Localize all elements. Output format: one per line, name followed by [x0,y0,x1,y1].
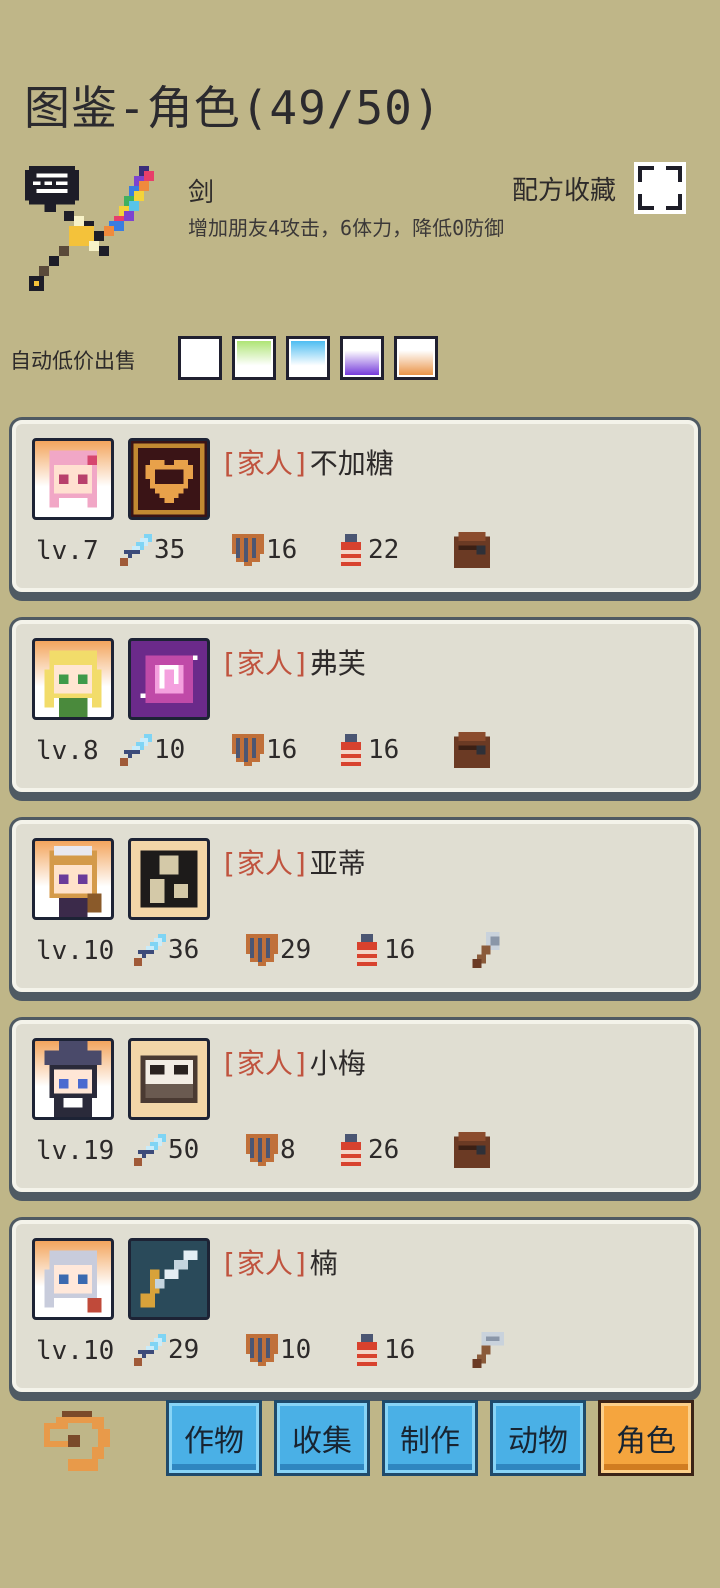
swatch-blue[interactable] [286,336,330,380]
recipe-favorite-label[interactable]: 配方收藏 [512,170,616,207]
character-card[interactable]: [家人]小梅 lv.19 50 8 26 [12,1020,698,1192]
character-item [128,1038,210,1120]
auto-sell-label: 自动低价出售 [10,349,136,373]
backpack-icon [454,1132,490,1168]
swatch-white[interactable] [178,336,222,380]
chat-bubble-icon [25,166,79,213]
swatch-purple[interactable] [340,336,384,380]
stamina-jar-icon [341,534,361,566]
stamina-jar-icon [357,1334,377,1366]
shield-icon [246,1334,278,1366]
character-name: [家人]亚蒂 [220,847,366,880]
stamina-jar-icon [357,934,377,966]
character-item [128,438,210,520]
brown-hair-maid-portrait [49,845,102,917]
character-item [128,1238,210,1320]
pink-hair-girl-portrait [49,450,97,517]
backpack-icon [454,532,490,568]
character-portrait [32,838,114,920]
level-text: lv.10 [36,1336,115,1366]
shield-icon [232,534,264,566]
character-name: [家人]小梅 [220,1047,366,1080]
level-text: lv.8 [36,736,99,766]
stamina-jar-icon [341,1134,361,1166]
sword-icon [120,734,152,766]
sword-icon [120,534,152,566]
attack-stat: 29 [134,1334,199,1366]
witch-girl-portrait [44,1041,102,1117]
panda-ball-icon [140,1055,198,1103]
character-item [128,838,210,920]
shield-icon [246,934,278,966]
backpack-icon [454,732,490,768]
sword-icon [134,1134,166,1166]
auto-sell-rarity-swatches [178,336,438,380]
attack-stat: 50 [134,1134,199,1166]
hammer-icon [472,1332,504,1368]
stamina-stat: 22 [336,534,399,566]
character-item [128,638,210,720]
stamina-stat: 16 [352,1334,415,1366]
character-portrait [32,1238,114,1320]
level-text: lv.7 [36,536,99,566]
item-name: 剑 [188,178,215,208]
defense-stat: 10 [246,1334,311,1366]
selected-item-icon[interactable] [24,166,169,311]
tab-characters[interactable]: 角色 [598,1400,694,1476]
fullscreen-icon[interactable] [634,162,686,214]
character-card[interactable]: [家人]楠 lv.10 29 10 16 [12,1220,698,1392]
swatch-green[interactable] [232,336,276,380]
blonde-girl-portrait [44,650,102,717]
character-card[interactable]: [家人]不加糖 lv.7 35 16 22 [12,420,698,592]
tab-collection[interactable]: 收集 [274,1400,370,1476]
shield-icon [232,734,264,766]
character-name: [家人]不加糖 [220,447,394,480]
character-name: [家人]弗芙 [220,647,366,680]
character-card[interactable]: [家人]弗芙 lv.8 10 16 16 [12,620,698,792]
character-portrait [32,1038,114,1120]
stamina-stat: 26 [336,1134,399,1166]
tab-crafting[interactable]: 制作 [382,1400,478,1476]
stamina-stat: 16 [336,734,399,766]
character-name: [家人]楠 [220,1247,338,1280]
defense-stat: 16 [232,734,297,766]
category-tabs: 作物 收集 制作 动物 角色 [166,1400,694,1476]
sword-item-icon [131,1241,207,1317]
silver-hair-girl-portrait [44,1250,102,1317]
defense-stat: 16 [232,534,297,566]
axe-icon [472,932,500,968]
swatch-orange[interactable] [394,336,438,380]
attack-stat: 10 [120,734,185,766]
stamina-stat: 16 [352,934,415,966]
sword-icon [134,934,166,966]
level-text: lv.19 [36,1136,115,1166]
level-text: lv.10 [36,936,115,966]
shield-icon [246,1134,278,1166]
shadow-silhouette-icon [140,850,198,908]
character-card[interactable]: [家人]亚蒂 lv.10 36 29 16 [12,820,698,992]
heart-frame-icon [133,443,205,515]
attack-stat: 35 [120,534,185,566]
tab-animals[interactable]: 动物 [490,1400,586,1476]
attack-stat: 36 [134,934,199,966]
defense-stat: 8 [246,1134,296,1166]
stamina-jar-icon [341,734,361,766]
music-notes-icon [131,641,207,717]
character-portrait [32,438,114,520]
item-description: 增加朋友4攻击，6体力，降低0防御 [188,216,505,240]
tab-crops[interactable]: 作物 [166,1400,262,1476]
sword-icon [134,1334,166,1366]
page-title: 图鉴-角色(49/50) [24,81,442,135]
defense-stat: 29 [246,934,311,966]
back-arrow-icon[interactable] [44,1410,110,1472]
character-portrait [32,638,114,720]
